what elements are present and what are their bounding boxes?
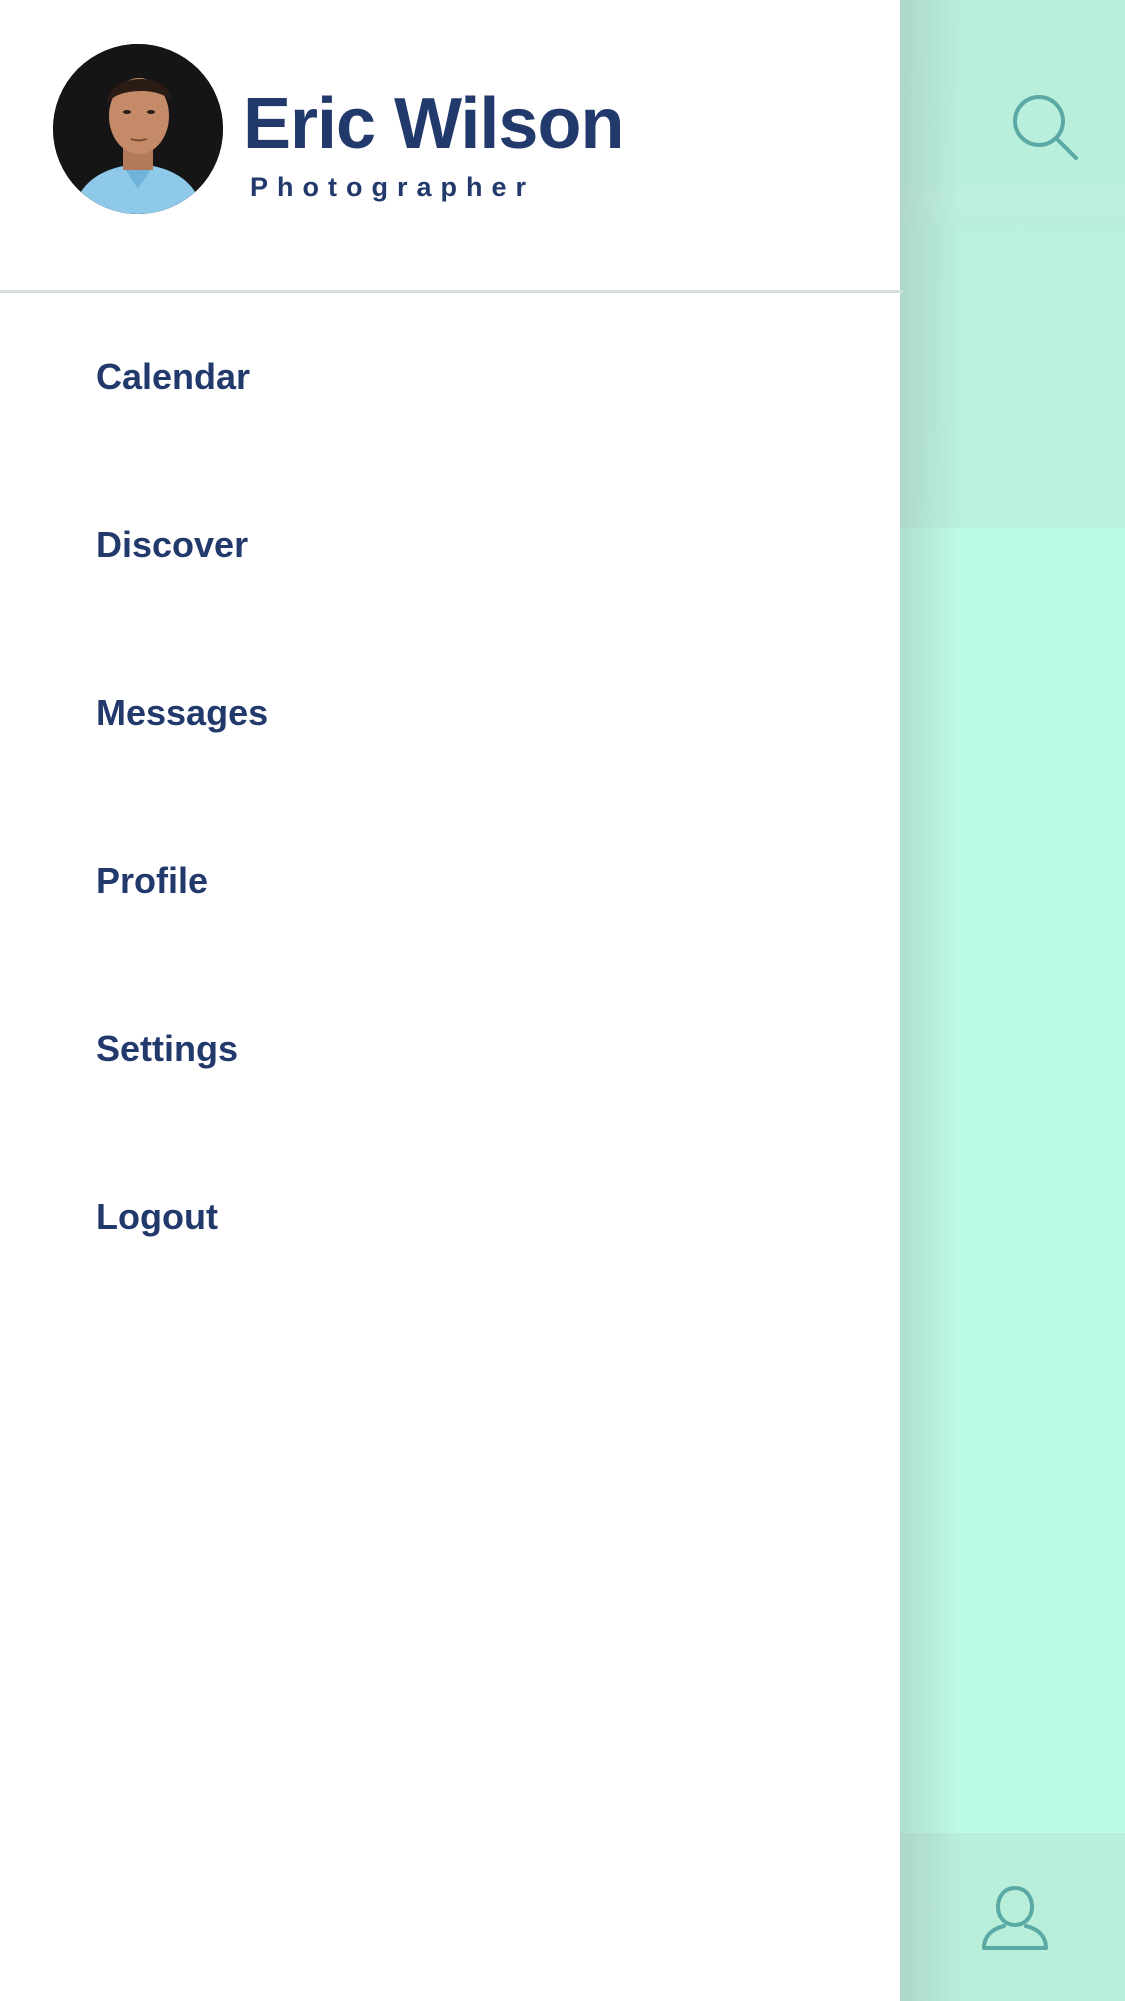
- navigation-drawer: Eric Wilson Photographer Calendar Discov…: [0, 0, 903, 2001]
- menu-item-label: Calendar: [96, 356, 251, 397]
- profile-header: Eric Wilson Photographer: [0, 0, 900, 292]
- menu-item-label: Messages: [96, 692, 269, 733]
- avatar-photo: [53, 44, 223, 214]
- menu-item-logout[interactable]: Logout: [0, 1133, 900, 1301]
- menu-item-profile[interactable]: Profile: [0, 797, 900, 965]
- menu-item-discover[interactable]: Discover: [0, 461, 900, 629]
- user-name: Eric Wilson: [243, 84, 624, 164]
- menu-item-messages[interactable]: Messages: [0, 629, 900, 797]
- nav-menu: Calendar Discover Messages Profile Setti…: [0, 293, 900, 1301]
- menu-item-settings[interactable]: Settings: [0, 965, 900, 1133]
- search-icon: [1013, 95, 1078, 160]
- search-button[interactable]: [1010, 92, 1080, 162]
- user-role: Photographer: [250, 172, 536, 202]
- background-top-band: [900, 0, 1125, 528]
- menu-item-label: Profile: [96, 860, 209, 901]
- background-content-panel[interactable]: [900, 0, 1125, 2001]
- background-strip: [900, 190, 1125, 230]
- menu-item-calendar[interactable]: Calendar: [0, 293, 900, 461]
- user-icon: [982, 1885, 1048, 1950]
- menu-item-label: Logout: [96, 1196, 218, 1237]
- avatar[interactable]: [53, 44, 223, 214]
- profile-button[interactable]: [980, 1882, 1050, 1952]
- menu-item-label: Discover: [96, 524, 249, 565]
- menu-item-label: Settings: [96, 1028, 239, 1069]
